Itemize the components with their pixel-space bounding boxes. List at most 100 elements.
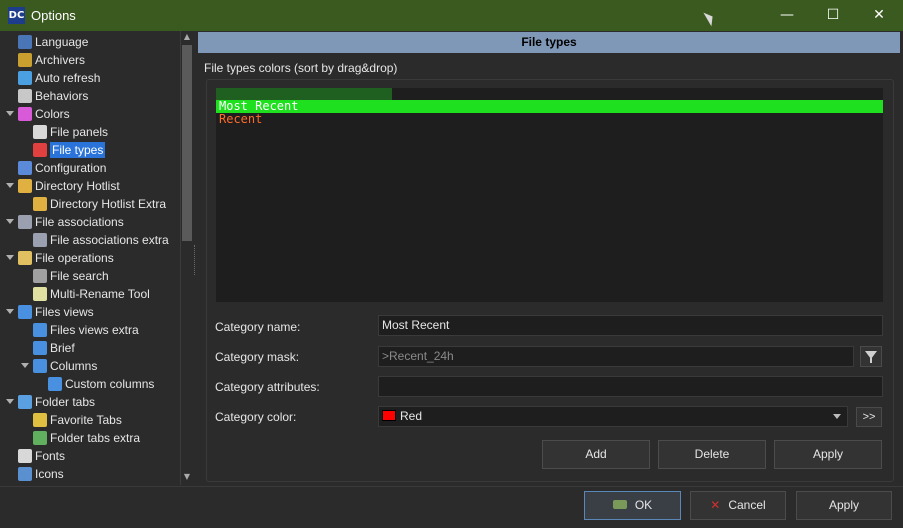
hotlist-icon (18, 178, 32, 193)
apply-category-button[interactable]: Apply (774, 440, 882, 469)
close-button[interactable]: ✕ (856, 0, 902, 31)
tree-item-archivers[interactable]: Archivers (18, 51, 85, 69)
folder-tabs-extra-icon (33, 430, 47, 445)
cancel-label: Cancel (728, 498, 766, 512)
scroll-up-icon[interactable]: ▲ (182, 31, 192, 43)
expand-arrow-icon[interactable] (6, 219, 14, 224)
tree-item-file-associations-extra[interactable]: File associations extra (33, 231, 169, 249)
tree-item-label: Directory Hotlist (35, 179, 120, 193)
category-attributes-label: Category attributes: (215, 380, 320, 394)
tree-item-file-types[interactable]: File types (33, 141, 106, 159)
expand-arrow-icon[interactable] (21, 363, 29, 368)
tree-item-folder-tabs[interactable]: Folder tabs (6, 393, 95, 411)
tree-item-files-views[interactable]: Files views (6, 303, 94, 321)
columns-icon (33, 358, 47, 373)
tree-item-custom-columns[interactable]: Custom columns (48, 375, 154, 393)
category-mask-label: Category mask: (215, 350, 300, 364)
tree-item-label: File operations (35, 251, 114, 265)
tree-item-label: Auto refresh (35, 71, 101, 85)
tree-item-colors[interactable]: Colors (6, 105, 70, 123)
refresh-icon (18, 70, 32, 85)
files-views-icon (18, 304, 32, 319)
ok-button[interactable]: OK (584, 491, 681, 520)
add-button[interactable]: Add (542, 440, 650, 469)
tree-item-folder-tabs-extra[interactable]: Folder tabs extra (33, 429, 140, 447)
tree-item-file-associations[interactable]: File associations (6, 213, 124, 231)
splitter-handle[interactable] (194, 245, 197, 275)
expand-arrow-icon[interactable] (6, 399, 14, 404)
behaviors-icon (18, 88, 32, 103)
tree-item-label: Custom columns (65, 377, 155, 391)
tree-item-label: Language (35, 35, 89, 49)
category-name-label: Category name: (215, 320, 301, 334)
tree-item-configuration[interactable]: Configuration (18, 159, 106, 177)
tree-item-label: Multi-Rename Tool (50, 287, 150, 301)
tree-item-label: Favorite Tabs (50, 413, 122, 427)
tree-item-files-views-extra[interactable]: Files views extra (33, 321, 139, 339)
maximize-button[interactable]: ☐ (810, 0, 856, 31)
tree-item-icons[interactable]: Icons (18, 465, 64, 483)
custom-columns-icon (48, 376, 62, 391)
brief-icon (33, 340, 47, 355)
category-attributes-field[interactable] (378, 376, 883, 397)
minimize-button[interactable]: — (764, 0, 810, 31)
file-types-section-label: File types colors (sort by drag&drop) (204, 61, 398, 75)
tree-item-auto-refresh[interactable]: Auto refresh (18, 69, 100, 87)
more-colors-button[interactable]: >> (856, 407, 882, 427)
file-associations-icon (18, 214, 32, 229)
file-types-icon (33, 142, 47, 157)
apply-button[interactable]: Apply (796, 491, 892, 520)
tree-item-label: Files views extra (50, 323, 139, 337)
icons-icon (18, 466, 32, 481)
archivers-icon (18, 52, 32, 67)
tree-item-behaviors[interactable]: Behaviors (18, 87, 88, 105)
hotlist-extra-icon (33, 196, 47, 211)
tree-item-file-operations[interactable]: File operations (6, 249, 114, 267)
tree-item-file-search[interactable]: File search (33, 267, 109, 285)
file-types-list[interactable]: Most Recent Recent (216, 88, 883, 302)
expand-arrow-icon[interactable] (6, 183, 14, 188)
files-views-extra-icon (33, 322, 47, 337)
tree-item-label: Brief (50, 341, 75, 355)
file-associations-extra-icon (33, 232, 47, 247)
tree-item-brief[interactable]: Brief (33, 339, 75, 357)
tree-item-directory-hotlist-extra[interactable]: Directory Hotlist Extra (33, 195, 166, 213)
tree-item-file-panels[interactable]: File panels (33, 123, 108, 141)
tree-scrollbar[interactable]: ▲ ▼ (180, 31, 193, 485)
tree-item-label: Fonts (35, 449, 66, 463)
tree-item-label: Behaviors (35, 89, 89, 103)
color-swatch (382, 410, 396, 422)
folder-tabs-icon (18, 394, 32, 409)
scrollbar-thumb[interactable] (182, 45, 192, 241)
delete-button[interactable]: Delete (658, 440, 766, 469)
category-color-label: Category color: (215, 410, 297, 424)
tree-item-label: File associations (35, 215, 124, 229)
category-name-field[interactable]: Most Recent (378, 315, 883, 336)
expand-arrow-icon[interactable] (6, 255, 14, 260)
chevron-down-icon (833, 414, 841, 419)
file-operations-icon (18, 250, 32, 265)
mask-filter-button[interactable] (860, 346, 882, 367)
tree-item-label: Configuration (35, 161, 107, 175)
cancel-icon: ✕ (710, 498, 721, 512)
tree-item-multi-rename-tool[interactable]: Multi-Rename Tool (33, 285, 150, 303)
window-title: Options (31, 8, 76, 23)
binoculars-icon (33, 268, 47, 283)
list-item[interactable]: Most Recent (216, 100, 883, 113)
scroll-down-icon[interactable]: ▼ (182, 471, 192, 483)
filter-icon-stem (870, 358, 872, 363)
page-title: File types (198, 32, 900, 53)
tree-item-language[interactable]: Language (18, 33, 88, 51)
tree-item-label: Icons (35, 467, 64, 481)
tree-item-fonts[interactable]: Fonts (18, 447, 65, 465)
options-tree[interactable]: Language Archivers Auto refresh Behaviors Co… (2, 31, 179, 485)
list-item[interactable]: Recent (216, 113, 883, 126)
expand-arrow-icon[interactable] (6, 309, 14, 314)
category-color-dropdown[interactable]: Red (378, 406, 848, 427)
tree-item-directory-hotlist[interactable]: Directory Hotlist (6, 177, 120, 195)
expand-arrow-icon[interactable] (6, 111, 14, 116)
tree-item-columns[interactable]: Columns (21, 357, 97, 375)
tree-item-favorite-tabs[interactable]: Favorite Tabs (33, 411, 122, 429)
category-mask-field[interactable]: >Recent_24h (378, 346, 854, 367)
cancel-button[interactable]: ✕ Cancel (690, 491, 786, 520)
